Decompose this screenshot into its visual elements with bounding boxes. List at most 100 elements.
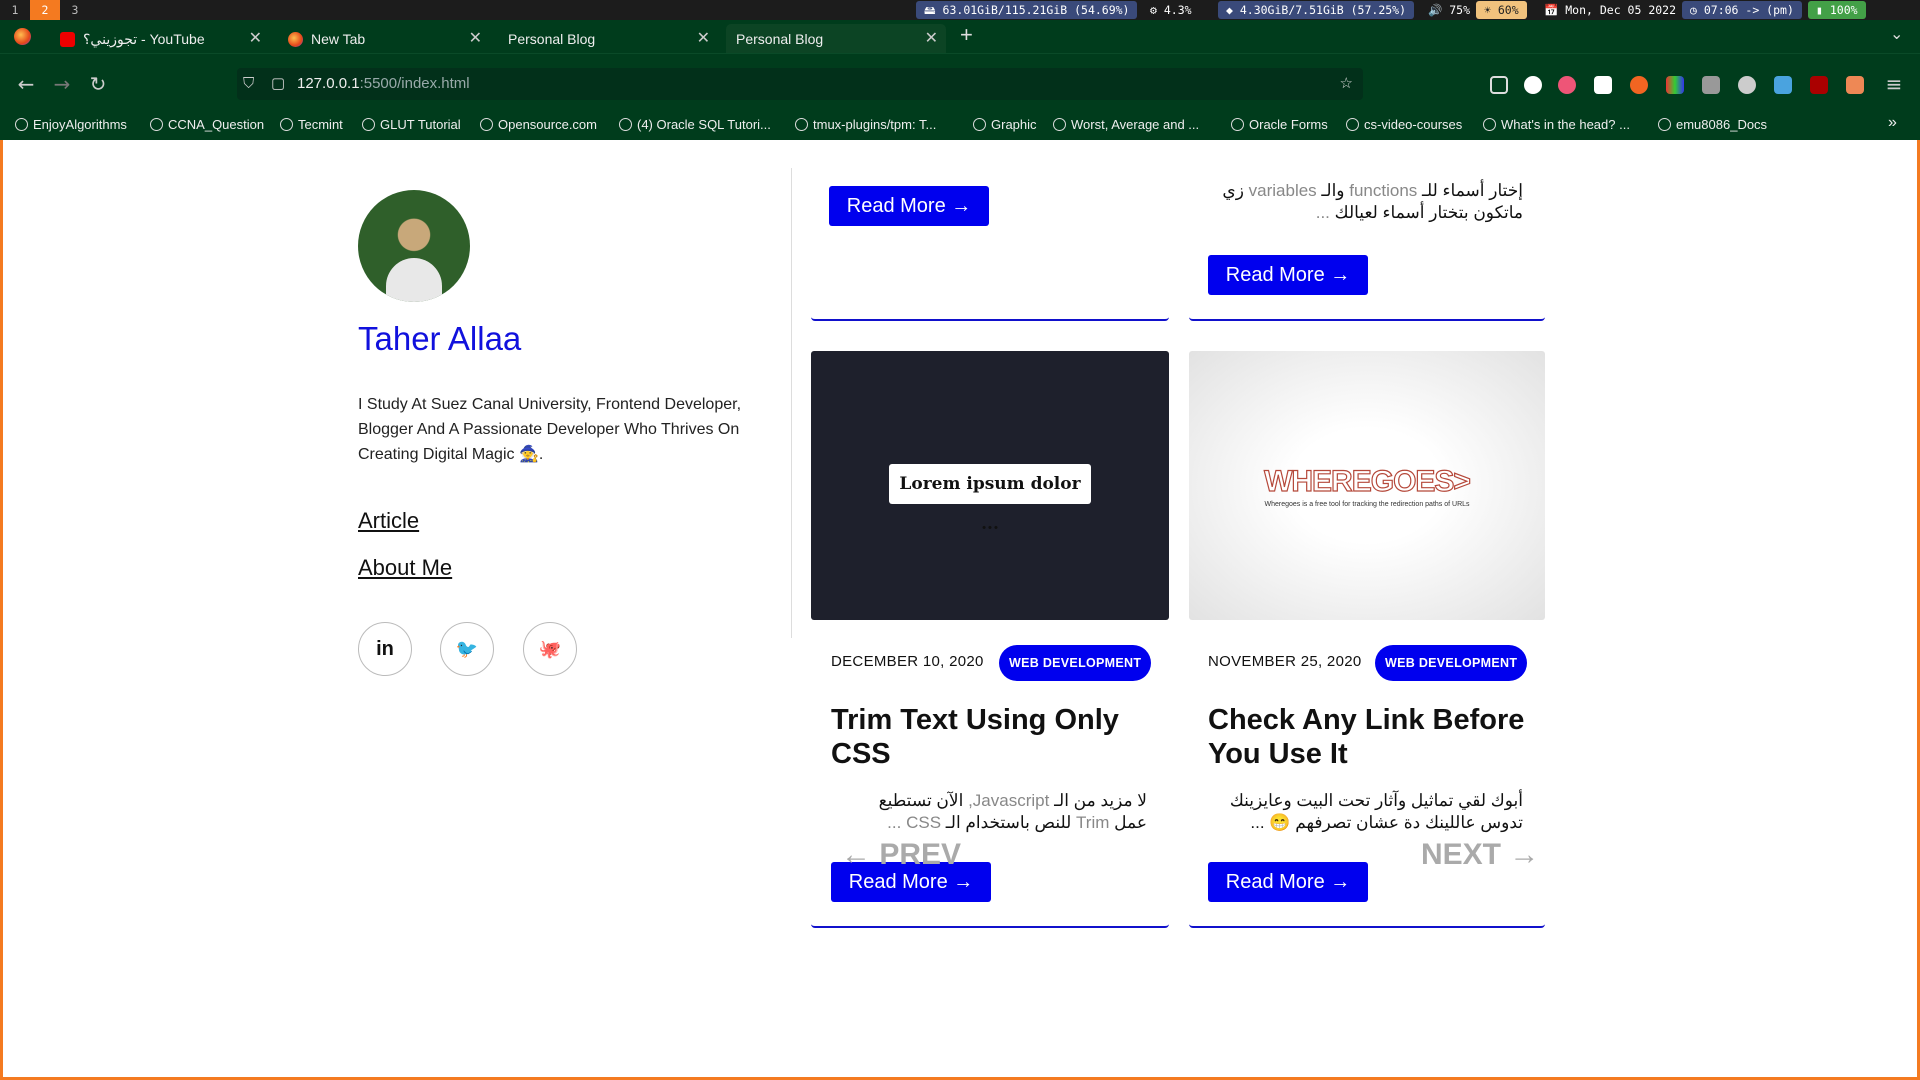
card-image-trim-text[interactable]: Lorem ipsum dolor ... [811,351,1169,620]
memory-usage-text: 4.30GiB/7.51GiB (57.25%) [1239,3,1407,17]
bookmark-label: GLUT Tutorial [380,117,461,132]
ublock-icon[interactable] [1810,76,1828,94]
extension-icon[interactable] [1846,76,1864,94]
github-icon[interactable]: 🐙 [523,622,577,676]
bookmark-item[interactable]: Graphic [973,117,1037,132]
read-more-button[interactable]: Read More → [829,186,989,226]
cpu-usage: ⚙ 4.3% [1150,3,1192,17]
more-bookmarks-chevron-icon[interactable]: » [1888,114,1897,132]
twitter-icon[interactable]: 🐦 [440,622,494,676]
disk-usage-text: 63.01GiB/115.21GiB (54.69%) [942,3,1130,17]
bookmark-item[interactable]: tmux-plugins/tpm: T... [795,117,936,132]
translate-icon[interactable] [1524,76,1542,94]
excerpt-text: للنص باستخدام الـ [945,813,1072,832]
nav-link-article[interactable]: Article [358,508,419,534]
bookmark-star-icon[interactable]: ☆ [1340,68,1353,100]
close-tab-icon[interactable]: ✕ [469,24,482,54]
close-tab-icon[interactable]: ✕ [925,24,938,54]
excerpt-code: functions [1344,181,1423,200]
nav-link-about-me[interactable]: About Me [358,555,452,581]
card-image-wheregoes[interactable]: WHEREGOES> Wheregoes is a free tool for … [1189,351,1545,620]
bookmark-item[interactable]: Worst, Average and ... [1053,117,1199,132]
tab-personal-blog-1[interactable]: Personal Blog ✕ [498,24,718,54]
excerpt-text: عمل [1114,813,1147,832]
card-border [1189,924,1545,928]
forward-arrow-icon[interactable]: → [48,70,76,98]
close-tab-icon[interactable]: ✕ [697,24,710,54]
browser-tab-bar: تجوزيني؟ - YouTube ✕ New Tab ✕ Personal … [0,20,1920,54]
reload-icon[interactable]: ↻ [84,70,112,98]
category-badge[interactable]: WEB DEVELOPMENT [1375,645,1528,681]
url-bar[interactable]: ⛉ ▢ 127.0.0.1:5500/index.html ☆ [237,68,1363,100]
bookmark-item[interactable]: cs-video-courses [1346,117,1462,132]
pocket-icon[interactable] [1490,76,1508,94]
read-more-button[interactable]: Read More → [1208,862,1368,902]
next-page-button[interactable]: NEXT → [1421,838,1539,872]
workspace-2[interactable]: 2 [30,0,60,20]
profile-bio: I Study At Suez Canal University, Fronte… [358,396,742,463]
bookmark-item[interactable]: Tecmint [280,117,343,132]
url-host: 127.0.0.1 [297,75,360,92]
bookmark-item[interactable]: Oracle Forms [1231,117,1328,132]
bookmark-label: EnjoyAlgorithms [33,117,127,132]
excerpt-code: Trim [1071,813,1115,832]
url-path: :5500/index.html [359,75,470,92]
bookmark-label: Opensource.com [498,117,597,132]
bookmark-item[interactable]: emu8086_Docs [1658,117,1767,132]
post-title[interactable]: Trim Text Using Only CSS [831,703,1161,771]
page-info-icon[interactable]: ▢ [271,68,285,100]
colorzilla-icon[interactable] [1666,76,1684,94]
globe-icon [362,118,375,131]
workspace-3[interactable]: 3 [60,0,90,20]
firefox-icon [288,32,303,47]
profile-avatar [358,190,470,302]
extension-icon[interactable] [1558,76,1576,94]
firefox-menu-icon[interactable] [14,28,31,45]
extension-icon[interactable] [1702,76,1720,94]
bookmark-label: What's in the head? ... [1501,117,1630,132]
duckduckgo-icon[interactable] [1630,76,1648,94]
globe-icon [1483,118,1496,131]
bookmark-label: Worst, Average and ... [1071,117,1200,132]
cpu-usage-text: 4.3% [1163,3,1192,17]
bookmark-item[interactable]: (4) Oracle SQL Tutori... [619,117,771,132]
volume-indicator[interactable]: 🔊 75% [1420,1,1478,19]
new-tab-plus-icon[interactable]: + [960,22,973,48]
bookmark-item[interactable]: Opensource.com [480,117,597,132]
card-border [811,317,1169,321]
shield-icon[interactable]: ⛉ [243,68,254,100]
prev-page-button[interactable]: ← PREV [841,838,961,872]
excerpt-text: زي [1222,181,1244,200]
bitwarden-icon[interactable] [1594,76,1612,94]
volume-text: 75% [1449,3,1471,17]
extension-icon[interactable] [1738,76,1756,94]
tab-new-tab[interactable]: New Tab ✕ [278,24,490,54]
tab-youtube[interactable]: تجوزيني؟ - YouTube ✕ [50,24,270,54]
brightness-indicator[interactable]: ☀ 60% [1476,1,1527,19]
excerpt-ellipsis: ... [1315,203,1335,222]
hamburger-menu-icon[interactable]: ≡ [1880,70,1908,98]
bookmark-item[interactable]: CCNA_Question [150,117,264,132]
workspace-1[interactable]: 1 [0,0,30,20]
bookmark-item[interactable]: EnjoyAlgorithms [15,117,127,132]
linkedin-icon[interactable]: in [358,622,412,676]
globe-icon [795,118,808,131]
close-tab-icon[interactable]: ✕ [249,24,262,54]
post-excerpt: إختار أسماء للـ functions والـ variables… [1193,180,1523,224]
tab-personal-blog-2[interactable]: Personal Blog ✕ [726,24,946,54]
globe-icon [280,118,293,131]
lorem-ipsum-box: Lorem ipsum dolor ... [889,464,1091,534]
bookmark-item[interactable]: GLUT Tutorial [362,117,461,132]
tab-list-chevron-icon[interactable]: ⌄ [1890,24,1903,44]
extension-icon[interactable] [1774,76,1792,94]
bookmark-item[interactable]: What's in the head? ... [1483,117,1630,132]
bookmark-label: Tecmint [298,117,343,132]
globe-icon [480,118,493,131]
excerpt-line: إختار أسماء للـ functions والـ variables… [1193,180,1523,202]
category-badge[interactable]: WEB DEVELOPMENT [999,645,1152,681]
profile-name[interactable]: Taher Allaa [358,320,521,358]
bookmark-label: Graphic [991,117,1037,132]
back-arrow-icon[interactable]: ← [12,70,40,98]
read-more-button[interactable]: Read More → [1208,255,1368,295]
post-title[interactable]: Check Any Link Before You Use It [1208,703,1538,771]
